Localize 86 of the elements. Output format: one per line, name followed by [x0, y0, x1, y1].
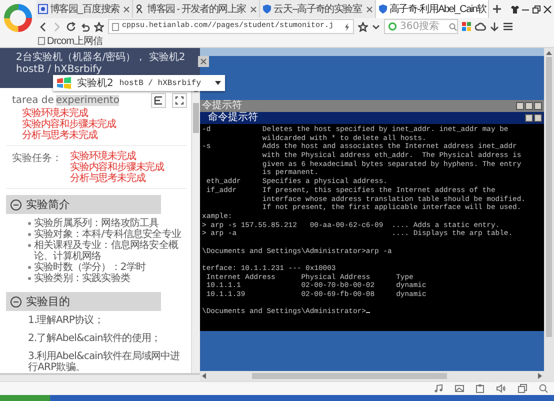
lightning-icon — [344, 22, 350, 30]
close-icon — [123, 6, 130, 12]
bullet-icon — [28, 277, 31, 280]
scrollbar-thumb[interactable] — [252, 373, 447, 379]
speaker-icon[interactable] — [496, 384, 506, 393]
bullet-icon — [28, 233, 31, 236]
page-icon — [112, 22, 119, 30]
highlighted-word: experimento — [56, 95, 120, 106]
machine-dropdown[interactable]: 实验机2 hostB / hXBsrbify — [53, 75, 225, 91]
ring-icon — [388, 22, 397, 31]
close-icon[interactable] — [543, 4, 552, 14]
star-icon[interactable] — [358, 22, 368, 32]
task-label: tarea de — [12, 95, 54, 106]
section-header[interactable]: 实验目的 — [6, 292, 161, 311]
left-arrow-icon — [202, 373, 206, 379]
list-button[interactable] — [151, 93, 166, 108]
browser-tab[interactable]: 博客园_百度搜索 — [36, 0, 134, 18]
download-icon[interactable] — [490, 22, 499, 32]
status-text: 实验内容和步骤未完成 — [22, 119, 116, 130]
fullscreen-icon — [175, 96, 184, 105]
restore-icon[interactable] — [532, 4, 541, 14]
browser-logo — [2, 2, 34, 34]
star-icon[interactable] — [94, 22, 104, 32]
bullet-icon — [28, 266, 31, 269]
browser-tab[interactable]: 博客园 - 开发者的网上家 — [133, 0, 260, 18]
caret-icon[interactable] — [372, 22, 380, 30]
collapse-icon — [10, 296, 22, 308]
search-icon — [449, 22, 457, 30]
close-icon[interactable] — [534, 102, 542, 110]
text-cursor — [366, 312, 370, 314]
bookmark[interactable]: Drcom上网信 — [38, 34, 102, 48]
list-item: 实验时数（学分）：2学时 — [34, 262, 146, 273]
search-bar[interactable]: 360搜索 — [384, 19, 458, 34]
bullet-icon — [28, 244, 31, 247]
note-icon[interactable] — [434, 384, 443, 393]
browser-tab[interactable]: 高子奇-利用Abel_Cain软 — [376, 0, 490, 18]
list-item: 实验类别：实践实验类 — [34, 273, 130, 284]
close-button[interactable] — [198, 56, 209, 67]
window-title: 令提示符 — [202, 100, 242, 112]
scrollbar-thumb[interactable] — [193, 103, 199, 133]
list-item: 1.理解ARP协议； — [28, 315, 104, 326]
clipboard-icon[interactable] — [476, 384, 484, 393]
status-text: 分析与思考未完成 — [22, 130, 98, 141]
scrollbar[interactable] — [200, 371, 544, 381]
page-icon — [38, 37, 45, 45]
figure-icon — [135, 4, 146, 14]
undo-icon[interactable] — [80, 22, 90, 32]
list-item: 实验所属系列：网络攻防工具 — [34, 218, 159, 229]
search-input[interactable]: 360搜索 — [400, 21, 446, 32]
close-icon — [366, 6, 373, 12]
status-text: 实验环境未完成 — [70, 151, 136, 162]
windows-icon[interactable] — [518, 384, 527, 393]
windows-logo-icon — [57, 77, 71, 89]
list-icon — [154, 96, 163, 105]
scrollbar[interactable] — [544, 48, 554, 381]
list-item: 2.了解Abel&cain软件的使用； — [28, 333, 162, 344]
task-label: 实验任务： — [12, 152, 62, 166]
apps-icon[interactable] — [462, 22, 471, 31]
status-text: 实验内容和步骤未完成 — [70, 162, 164, 173]
scrollbar[interactable] — [191, 88, 200, 373]
list-item: 相关课程及专业：信息网络安全概论、计算机网络 — [34, 240, 180, 262]
scrollbar-thumb[interactable] — [546, 57, 552, 337]
status-text: 分析与思考未完成 — [70, 173, 146, 184]
shirt-icon[interactable] — [510, 4, 519, 14]
search-icon[interactable] — [539, 384, 548, 393]
list-item: 实验对象：本科/专科信息安全专业 — [34, 229, 181, 240]
collapse-icon — [10, 198, 22, 210]
close-icon — [250, 6, 257, 12]
list-item: 3.利用Abel&cain软件在局域网中进行ARP欺骗。 — [28, 351, 181, 373]
plus-icon[interactable] — [491, 3, 504, 15]
shield-icon — [378, 4, 388, 14]
fullscreen-button[interactable] — [172, 93, 187, 108]
right-arrow-icon — [538, 373, 542, 379]
caret-icon — [215, 81, 221, 85]
bullet-icon — [28, 222, 31, 225]
reload-icon[interactable] — [66, 22, 76, 32]
cloud-icon[interactable] — [475, 22, 486, 31]
back-icon[interactable] — [38, 22, 48, 32]
browser-tab[interactable]: 云天--高子奇的实验室 — [260, 0, 376, 18]
section-header[interactable]: 实验简介 — [6, 195, 161, 214]
window-title: 命令提示符 — [208, 112, 258, 124]
close-icon — [200, 58, 207, 65]
shield-icon — [262, 4, 272, 14]
menu-icon[interactable] — [503, 22, 513, 31]
picture-frame-icon[interactable] — [455, 384, 464, 393]
status-text: 实验环境未完成 — [22, 108, 88, 119]
